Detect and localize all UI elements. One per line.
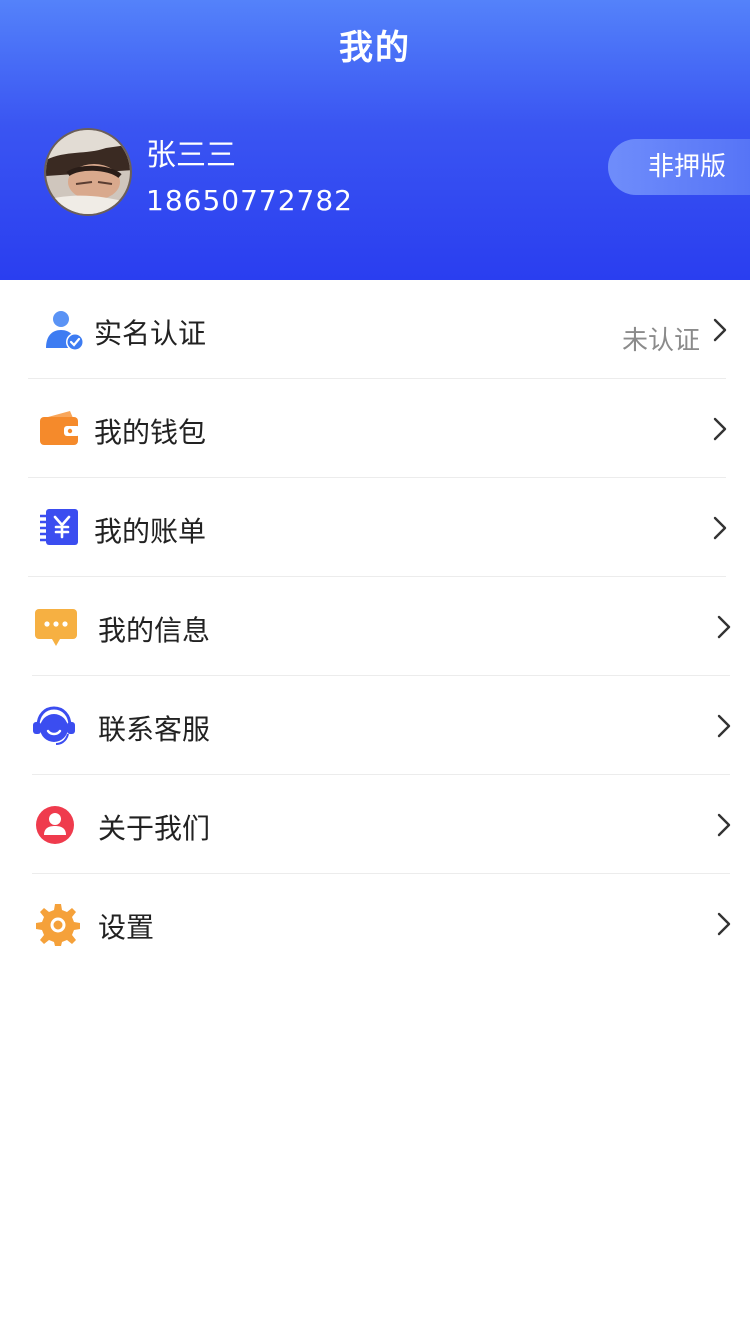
chevron-right-icon	[713, 417, 727, 441]
wallet-icon	[40, 411, 80, 445]
avatar-photo	[46, 130, 130, 214]
chevron-right-icon	[717, 813, 731, 837]
menu-item-label: 设置	[98, 911, 155, 944]
menu-item-label: 联系客服	[98, 713, 211, 746]
avatar[interactable]	[44, 128, 132, 216]
chevron-right-icon	[717, 912, 731, 936]
menu-item-label: 我的信息	[98, 614, 211, 647]
menu-item-label: 我的账单	[94, 515, 207, 548]
customer-service-icon	[33, 706, 75, 745]
chevron-right-icon	[713, 318, 727, 342]
chevron-right-icon	[717, 714, 731, 738]
message-icon	[35, 609, 77, 646]
plan-badge[interactable]: 非押版	[608, 139, 750, 195]
menu-item-wallet[interactable]: 我的钱包	[28, 379, 727, 478]
settings-gear-icon	[36, 904, 80, 946]
user-phone: 18650772782	[146, 184, 353, 217]
page-title: 我的	[339, 28, 411, 68]
bill-icon	[40, 509, 78, 545]
verified-user-icon	[46, 311, 84, 351]
menu-item-customer-service[interactable]: 联系客服	[32, 676, 731, 775]
chevron-right-icon	[713, 516, 727, 540]
menu-item-about-us[interactable]: 关于我们	[32, 775, 731, 874]
menu-item-bills[interactable]: 我的账单	[28, 478, 727, 577]
menu-item-label: 关于我们	[98, 812, 211, 845]
menu-item-label: 实名认证	[94, 317, 207, 350]
verification-status: 未认证	[622, 326, 701, 356]
menu-item-real-name-verification[interactable]: 实名认证 未认证	[28, 280, 727, 379]
chevron-right-icon	[717, 615, 731, 639]
user-name: 张三三	[146, 138, 236, 173]
about-us-icon	[36, 806, 74, 844]
menu-item-messages[interactable]: 我的信息	[32, 577, 731, 676]
menu-item-settings[interactable]: 设置	[32, 874, 731, 973]
profile-header: 我的 张三三 18650772782 非押版	[0, 0, 750, 280]
menu-item-label: 我的钱包	[94, 416, 207, 449]
